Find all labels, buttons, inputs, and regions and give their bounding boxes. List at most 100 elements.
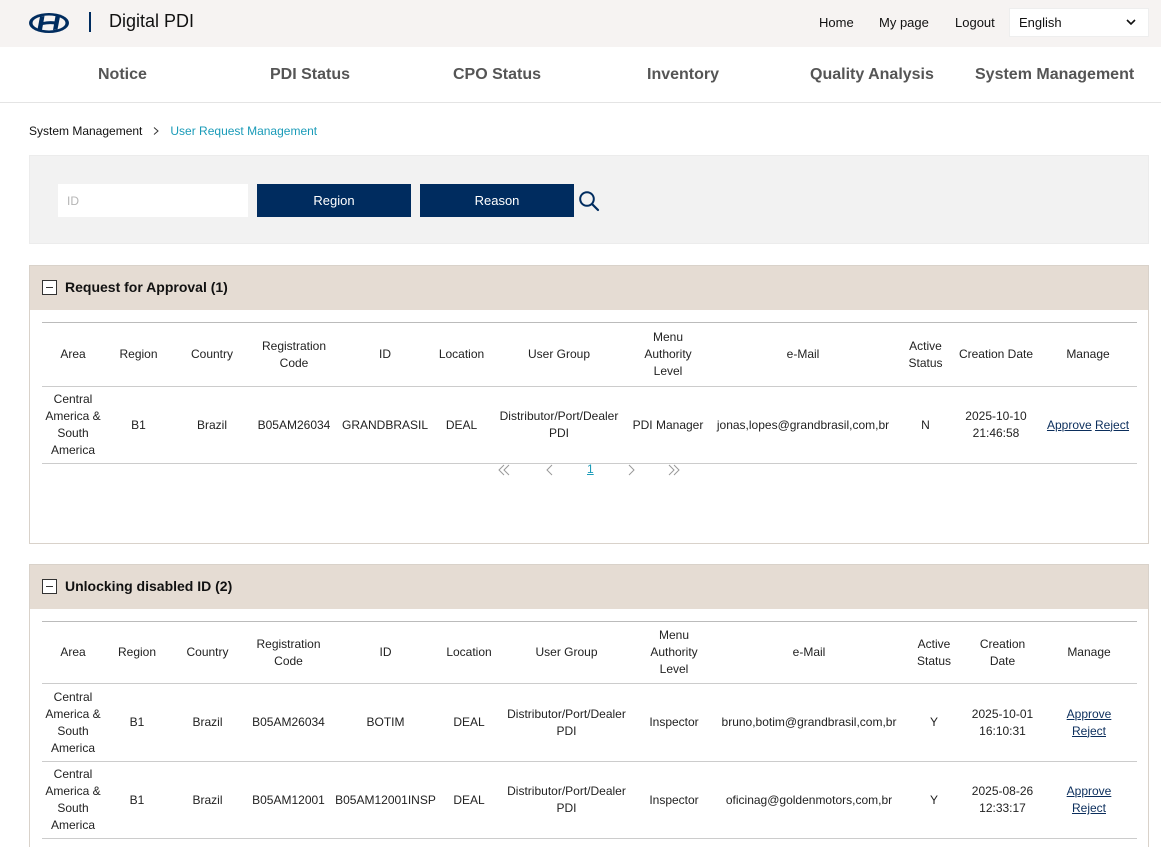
- id-search-input[interactable]: [58, 184, 248, 217]
- cell-country: Brazil: [173, 386, 251, 464]
- breadcrumb: System Management User Request Management: [29, 124, 317, 138]
- col-manage: Manage: [1041, 621, 1137, 684]
- page-number-current[interactable]: 1: [587, 462, 594, 476]
- col-menu-authority: Menu Authority Level: [628, 322, 708, 387]
- cell-location: DEAL: [433, 386, 490, 464]
- col-location: Location: [439, 621, 499, 684]
- col-country: Country: [170, 621, 245, 684]
- search-panel: Region Reason: [29, 155, 1149, 244]
- cell-registration-code: B05AM26034: [245, 683, 332, 762]
- nav-quality-analysis[interactable]: Quality Analysis: [810, 66, 934, 84]
- logo-divider: [89, 12, 91, 32]
- cell-manage: Approve Reject: [1041, 683, 1137, 762]
- request-approval-section: Request for Approval (1) Area Region Cou…: [29, 265, 1149, 544]
- col-active-status: Active Status: [898, 322, 953, 387]
- table-row: Central America & South America B1 Brazi…: [42, 761, 1137, 839]
- first-page-icon[interactable]: [496, 462, 512, 478]
- cell-id: B05AM12001INSP: [332, 761, 439, 839]
- cell-id: BOTIM: [332, 683, 439, 762]
- reject-link[interactable]: Reject: [1095, 418, 1129, 432]
- mypage-link[interactable]: My page: [879, 15, 929, 30]
- approve-link[interactable]: Approve: [1067, 784, 1112, 798]
- breadcrumb-current: User Request Management: [170, 124, 318, 138]
- section-header: Unlocking disabled ID (2): [30, 565, 1148, 609]
- cell-user-group: Distributor/Port/Dealer PDI: [490, 386, 628, 464]
- col-region: Region: [104, 621, 170, 684]
- col-user-group: User Group: [499, 621, 634, 684]
- cell-user-group: Distributor/Port/Dealer PDI: [499, 683, 634, 762]
- cell-region: B1: [104, 683, 170, 762]
- approve-link[interactable]: Approve: [1047, 418, 1092, 432]
- approval-table: Area Region Country Registration Code ID…: [42, 322, 1137, 464]
- col-manage: Manage: [1039, 322, 1137, 387]
- home-link[interactable]: Home: [819, 15, 854, 30]
- cell-email: bruno,botim@grandbrasil,com,br: [714, 683, 904, 762]
- table-row: Central America & South America B1 Brazi…: [42, 386, 1137, 464]
- cell-creation-date: 2025-10-01 16:10:31: [964, 683, 1041, 762]
- language-select[interactable]: English: [1009, 8, 1149, 37]
- col-creation-date: Creation Date: [964, 621, 1041, 684]
- main-nav: Notice PDI Status CPO Status Inventory Q…: [0, 47, 1161, 103]
- cell-manage: Approve Reject: [1041, 761, 1137, 839]
- col-email: e-Mail: [714, 621, 904, 684]
- col-region: Region: [104, 322, 173, 387]
- cell-email: jonas,lopes@grandbrasil,com,br: [708, 386, 898, 464]
- approve-link[interactable]: Approve: [1067, 707, 1112, 721]
- last-page-icon[interactable]: [666, 462, 682, 478]
- col-id: ID: [332, 621, 439, 684]
- top-bar: Digital PDI Home My page Logout English: [0, 0, 1161, 47]
- col-area: Area: [42, 621, 104, 684]
- cell-region: B1: [104, 386, 173, 464]
- region-button[interactable]: Region: [257, 184, 411, 217]
- cell-menu-authority: Inspector: [634, 683, 714, 762]
- cell-menu-authority: Inspector: [634, 761, 714, 839]
- cell-active-status: Y: [904, 761, 964, 839]
- table-header-row: Area Region Country Registration Code ID…: [42, 621, 1137, 684]
- cell-country: Brazil: [170, 761, 245, 839]
- pagination: 1: [30, 462, 1150, 482]
- col-menu-authority: Menu Authority Level: [634, 621, 714, 684]
- hyundai-logo-icon[interactable]: [28, 12, 70, 34]
- col-creation-date: Creation Date: [953, 322, 1039, 387]
- search-icon[interactable]: [578, 190, 600, 212]
- table-header-row: Area Region Country Registration Code ID…: [42, 322, 1137, 387]
- collapse-toggle-icon[interactable]: [42, 579, 57, 594]
- nav-notice[interactable]: Notice: [98, 66, 147, 84]
- nav-cpo-status[interactable]: CPO Status: [453, 66, 541, 84]
- col-email: e-Mail: [708, 322, 898, 387]
- col-area: Area: [42, 322, 104, 387]
- reason-button[interactable]: Reason: [420, 184, 574, 217]
- nav-pdi-status[interactable]: PDI Status: [270, 66, 350, 84]
- cell-area: Central America & South America: [42, 761, 104, 839]
- cell-user-group: Distributor/Port/Dealer PDI: [499, 761, 634, 839]
- section-header: Request for Approval (1): [30, 266, 1148, 310]
- cell-registration-code: B05AM12001: [245, 761, 332, 839]
- section-title: Unlocking disabled ID (2): [65, 578, 233, 594]
- cell-email: oficinag@goldenmotors,com,br: [714, 761, 904, 839]
- col-user-group: User Group: [490, 322, 628, 387]
- reject-link[interactable]: Reject: [1072, 801, 1106, 815]
- nav-inventory[interactable]: Inventory: [647, 66, 719, 84]
- breadcrumb-parent[interactable]: System Management: [29, 124, 142, 138]
- reject-link[interactable]: Reject: [1072, 724, 1106, 738]
- nav-system-management[interactable]: System Management: [975, 66, 1134, 84]
- cell-country: Brazil: [170, 683, 245, 762]
- col-registration-code: Registration Code: [245, 621, 332, 684]
- col-location: Location: [433, 322, 490, 387]
- logout-link[interactable]: Logout: [955, 15, 995, 30]
- col-id: ID: [337, 322, 433, 387]
- cell-area: Central America & South America: [42, 386, 104, 464]
- col-active-status: Active Status: [904, 621, 964, 684]
- cell-location: DEAL: [439, 761, 499, 839]
- section-title: Request for Approval (1): [65, 279, 228, 295]
- table-row: Central America & South America B1 Brazi…: [42, 683, 1137, 762]
- next-page-icon[interactable]: [623, 462, 639, 478]
- chevron-down-icon: [1126, 19, 1136, 26]
- collapse-toggle-icon[interactable]: [42, 280, 57, 295]
- unlocking-table: Area Region Country Registration Code ID…: [42, 621, 1137, 839]
- cell-creation-date: 2025-08-26 12:33:17: [964, 761, 1041, 839]
- prev-page-icon[interactable]: [542, 462, 558, 478]
- cell-active-status: Y: [904, 683, 964, 762]
- language-value: English: [1019, 15, 1062, 30]
- cell-region: B1: [104, 761, 170, 839]
